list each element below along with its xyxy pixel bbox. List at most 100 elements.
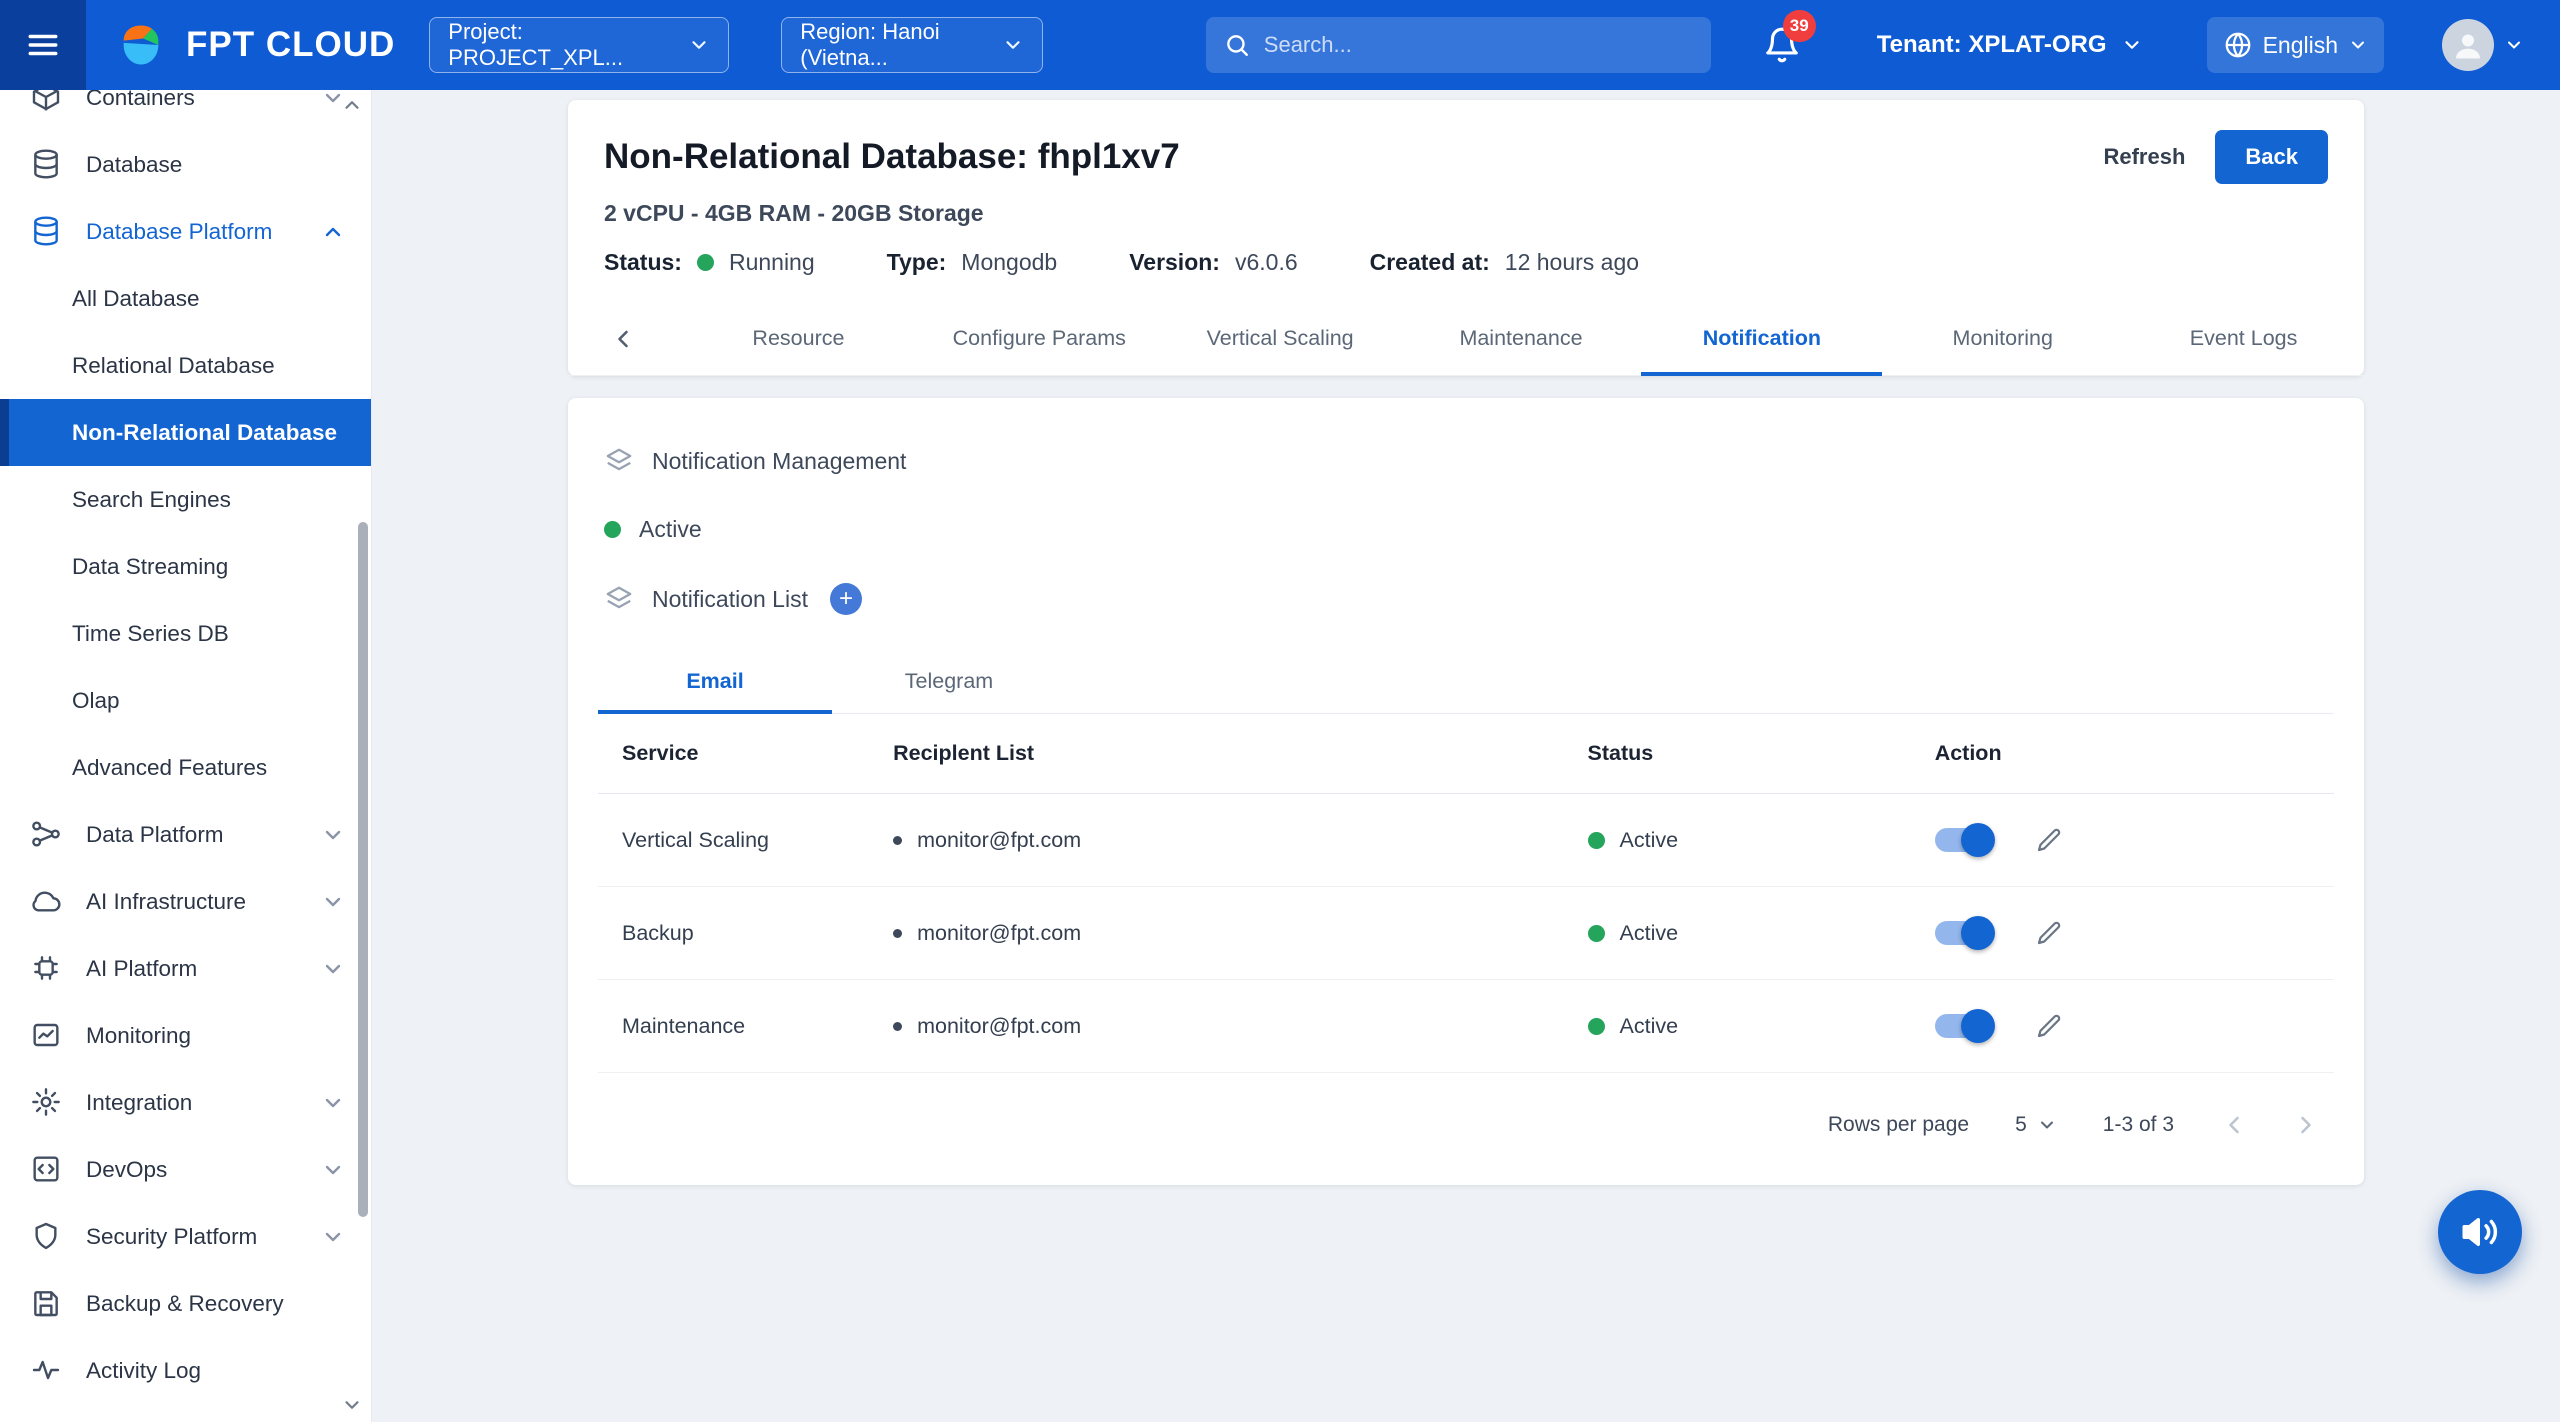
sidebar-item-security-platform[interactable]: Security Platform: [0, 1203, 371, 1270]
brand-logo[interactable]: FPT CLOUD: [112, 19, 395, 71]
sidebar-item-ai-infrastructure[interactable]: AI Infrastructure: [0, 868, 371, 935]
sidebar-item-search-engines[interactable]: Search Engines: [0, 466, 371, 533]
project-select-value: Project: PROJECT_XPL...: [448, 19, 664, 71]
sidebar-item-time-series-db[interactable]: Time Series DB: [0, 600, 371, 667]
chevron-down-icon: [2504, 35, 2524, 55]
notification-list-title: Notification List: [652, 586, 808, 613]
pagination-range-label: 1-3 of 3: [2103, 1113, 2174, 1137]
tab-monitoring[interactable]: Monitoring: [1882, 302, 2123, 375]
sidebar-item-label: All Database: [72, 286, 200, 312]
sidebar-item-advanced-features[interactable]: Advanced Features: [0, 734, 371, 801]
previous-page-button[interactable]: [2220, 1111, 2248, 1139]
sidebar-item-integration[interactable]: Integration: [0, 1069, 371, 1136]
edit-button[interactable]: [2034, 918, 2064, 948]
tenant-select[interactable]: Tenant: XPLAT-ORG: [1877, 31, 2143, 59]
add-notification-button[interactable]: +: [830, 583, 862, 615]
language-select[interactable]: English: [2207, 17, 2384, 73]
rows-per-page-select[interactable]: 5: [2015, 1113, 2057, 1137]
rows-per-page-label: Rows per page: [1828, 1113, 1969, 1137]
main-content: Non-Relational Database: fhpl1xv7 Refres…: [372, 90, 2560, 1185]
sidebar-item-all-database[interactable]: All Database: [0, 265, 371, 332]
sidebar-item-ai-platform[interactable]: AI Platform: [0, 935, 371, 1002]
version-group: Version: v6.0.6: [1129, 249, 1297, 276]
globe-icon: [2223, 30, 2253, 60]
tab-configure-params[interactable]: Configure Params: [919, 302, 1160, 375]
layers-icon: [604, 584, 634, 614]
region-select[interactable]: Region: Hanoi (Vietna...: [781, 17, 1043, 73]
tab-event-logs[interactable]: Event Logs: [2123, 302, 2364, 375]
created-at-label: Created at:: [1370, 249, 1490, 276]
sidebar-item-label: Non-Relational Database: [72, 420, 337, 446]
sidebar-item-monitoring[interactable]: Monitoring: [0, 1002, 371, 1069]
chevron-down-icon: [321, 1225, 345, 1249]
sidebar-item-relational-database[interactable]: Relational Database: [0, 332, 371, 399]
notification-toggle[interactable]: [1935, 921, 1992, 945]
notification-status-value: Active: [639, 516, 702, 543]
tab-email[interactable]: Email: [598, 649, 832, 713]
sidebar-item-database[interactable]: Database: [0, 131, 371, 198]
activity-log-icon: [30, 1354, 64, 1388]
global-search[interactable]: [1206, 17, 1711, 73]
chevron-down-icon: [688, 34, 710, 56]
notification-toggle[interactable]: [1935, 828, 1992, 852]
status-cell: Active: [1588, 921, 1935, 946]
back-button[interactable]: Back: [2215, 130, 2328, 184]
devops-icon: [30, 1153, 64, 1187]
chevron-down-icon: [2121, 34, 2143, 56]
ai-infrastructure-icon: [30, 885, 64, 919]
sidebar-item-olap[interactable]: Olap: [0, 667, 371, 734]
action-cell: [1935, 918, 2334, 948]
security-platform-icon: [30, 1220, 64, 1254]
search-input[interactable]: [1264, 32, 1693, 58]
tabs-scroll-left-button[interactable]: [568, 302, 678, 375]
announcements-fab-button[interactable]: [2438, 1190, 2522, 1274]
notifications-button[interactable]: 39: [1763, 26, 1801, 64]
sidebar-item-label: Data Streaming: [72, 554, 228, 580]
recipient-email: monitor@fpt.com: [917, 828, 1081, 853]
sidebar-item-label: Data Platform: [86, 822, 224, 848]
brand-name: FPT CLOUD: [186, 25, 395, 65]
sidebar-item-containers[interactable]: Containers: [0, 90, 371, 131]
bullet-dot: [893, 1022, 902, 1031]
edit-button[interactable]: [2034, 1011, 2064, 1041]
sidebar-item-label: AI Infrastructure: [86, 889, 246, 915]
database-icon: [30, 148, 64, 182]
sidebar-scroll-up-icon[interactable]: [341, 94, 363, 116]
column-header-service: Service: [598, 741, 893, 766]
region-select-value: Region: Hanoi (Vietna...: [800, 19, 978, 71]
recipient-cell: monitor@fpt.com: [893, 1014, 1587, 1039]
next-page-button[interactable]: [2292, 1111, 2320, 1139]
top-navigation-bar: FPT CLOUD Project: PROJECT_XPL... Region…: [0, 0, 2560, 90]
sidebar-item-devops[interactable]: DevOps: [0, 1136, 371, 1203]
tab-vertical-scaling[interactable]: Vertical Scaling: [1160, 302, 1401, 375]
project-select[interactable]: Project: PROJECT_XPL...: [429, 17, 729, 73]
sidebar-scrollbar-thumb[interactable]: [358, 522, 368, 1217]
sidebar-item-activity-log[interactable]: Activity Log: [0, 1337, 371, 1404]
sidebar-item-database-platform[interactable]: Database Platform: [0, 198, 371, 265]
tab-resource[interactable]: Resource: [678, 302, 919, 375]
sidebar-item-label: Database Platform: [86, 219, 272, 245]
sidebar-item-label: AI Platform: [86, 956, 197, 982]
sidebar-item-backup-recovery[interactable]: Backup & Recovery: [0, 1270, 371, 1337]
sidebar-item-label: Security Platform: [86, 1224, 257, 1250]
sidebar-item-data-platform[interactable]: Data Platform: [0, 801, 371, 868]
table-pagination: Rows per page 5 1-3 of 3: [598, 1073, 2334, 1177]
edit-button[interactable]: [2034, 825, 2064, 855]
rows-per-page-value: 5: [2015, 1113, 2027, 1137]
pencil-icon: [2034, 918, 2064, 948]
tab-telegram[interactable]: Telegram: [832, 649, 1066, 713]
hamburger-menu-button[interactable]: [0, 0, 86, 90]
type-label: Type:: [887, 249, 947, 276]
tab-maintenance[interactable]: Maintenance: [1401, 302, 1642, 375]
user-menu[interactable]: [2442, 19, 2524, 71]
recipient-cell: monitor@fpt.com: [893, 828, 1587, 853]
sidebar-scroll-down-icon[interactable]: [341, 1394, 363, 1416]
tab-notification[interactable]: Notification: [1641, 302, 1882, 375]
chevron-down-icon: [321, 823, 345, 847]
sidebar-item-data-streaming[interactable]: Data Streaming: [0, 533, 371, 600]
notification-toggle[interactable]: [1935, 1014, 1992, 1038]
sidebar-item-non-relational-database[interactable]: Non-Relational Database: [0, 399, 371, 466]
notification-count-badge: 39: [1783, 10, 1816, 42]
refresh-button[interactable]: Refresh: [2103, 144, 2185, 170]
created-at-value: 12 hours ago: [1505, 249, 1639, 276]
